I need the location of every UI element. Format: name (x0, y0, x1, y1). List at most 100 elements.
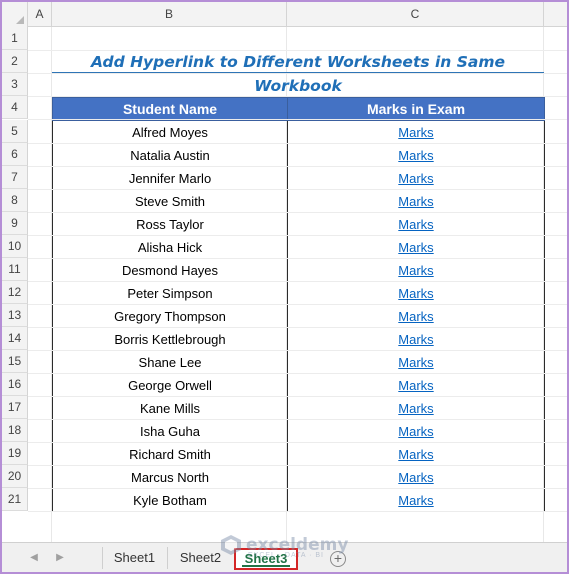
student-name-cell[interactable]: Shane Lee (52, 350, 288, 374)
marks-cell[interactable]: Marks (287, 212, 545, 236)
marks-hyperlink[interactable]: Marks (398, 378, 433, 393)
marks-cell[interactable]: Marks (287, 396, 545, 420)
marks-cell[interactable]: Marks (287, 235, 545, 259)
marks-hyperlink[interactable]: Marks (398, 171, 433, 186)
marks-cell[interactable]: Marks (287, 189, 545, 213)
marks-cell[interactable]: Marks (287, 442, 545, 466)
row-header-21[interactable]: 21 (2, 488, 28, 511)
sheet-title: Add Hyperlink to Different Worksheets in… (52, 50, 544, 95)
student-name-cell[interactable]: Marcus North (52, 465, 288, 489)
marks-hyperlink[interactable]: Marks (398, 286, 433, 301)
marks-hyperlink[interactable]: Marks (398, 125, 433, 140)
student-name-cell[interactable]: Kyle Botham (52, 488, 288, 512)
marks-hyperlink[interactable]: Marks (398, 447, 433, 462)
row-header-5[interactable]: 5 (2, 120, 28, 143)
marks-cell[interactable]: Marks (287, 258, 545, 282)
student-name-cell[interactable]: George Orwell (52, 373, 288, 397)
grid-line (28, 258, 567, 259)
table-row: Gregory Thompson Marks (52, 304, 545, 328)
row-header-2[interactable]: 2 (2, 50, 28, 73)
row-header-12[interactable]: 12 (2, 281, 28, 304)
student-name-cell[interactable]: Jennifer Marlo (52, 166, 288, 190)
marks-cell[interactable]: Marks (287, 143, 545, 167)
marks-hyperlink[interactable]: Marks (398, 470, 433, 485)
row-header-8[interactable]: 8 (2, 189, 28, 212)
row-header-1[interactable]: 1 (2, 27, 28, 50)
student-name-cell[interactable]: Richard Smith (52, 442, 288, 466)
marks-hyperlink[interactable]: Marks (398, 263, 433, 278)
row-header-7[interactable]: 7 (2, 166, 28, 189)
spreadsheet-window: A B C 1 2 3 4 5 6 7 8 9 10 11 12 13 14 15 16 17 18 19 20 21 … (0, 0, 569, 574)
marks-cell[interactable]: Marks (287, 373, 545, 397)
table-row: Ross Taylor Marks (52, 212, 545, 236)
student-name-cell[interactable]: Kane Mills (52, 396, 288, 420)
student-name-cell[interactable]: Isha Guha (52, 419, 288, 443)
marks-cell[interactable]: Marks (287, 465, 545, 489)
marks-cell[interactable]: Marks (287, 488, 545, 512)
marks-cell[interactable]: Marks (287, 304, 545, 328)
row-header-11[interactable]: 11 (2, 258, 28, 281)
marks-cell[interactable]: Marks (287, 281, 545, 305)
column-header-b[interactable]: B (52, 2, 287, 27)
grid-line (28, 166, 567, 167)
table-row: Alisha Hick Marks (52, 235, 545, 259)
marks-cell[interactable]: Marks (287, 327, 545, 351)
row-header-17[interactable]: 17 (2, 396, 28, 419)
marks-cell[interactable]: Marks (287, 166, 545, 190)
table-row: Desmond Hayes Marks (52, 258, 545, 282)
marks-hyperlink[interactable]: Marks (398, 332, 433, 347)
table-row: Natalia Austin Marks (52, 143, 545, 167)
column-header-a[interactable]: A (28, 2, 52, 27)
scroll-tabs-left-icon[interactable]: ◀ (28, 552, 40, 564)
grid-line (28, 419, 567, 420)
header-student-name[interactable]: Student Name (52, 97, 288, 121)
marks-cell[interactable]: Marks (287, 350, 545, 374)
marks-hyperlink[interactable]: Marks (398, 217, 433, 232)
student-name-cell[interactable]: Natalia Austin (52, 143, 288, 167)
student-name-cell[interactable]: Alisha Hick (52, 235, 288, 259)
student-name-cell[interactable]: Alfred Moyes (52, 120, 288, 144)
tab-sheet1[interactable]: Sheet1 (102, 547, 166, 569)
student-name-cell[interactable]: Peter Simpson (52, 281, 288, 305)
scroll-tabs-right-icon[interactable]: ▶ (54, 552, 66, 564)
row-header-20[interactable]: 20 (2, 465, 28, 488)
grid-line (28, 212, 567, 213)
row-header-13[interactable]: 13 (2, 304, 28, 327)
student-name-cell[interactable]: Ross Taylor (52, 212, 288, 236)
marks-cell[interactable]: Marks (287, 120, 545, 144)
row-header-19[interactable]: 19 (2, 442, 28, 465)
row-header-14[interactable]: 14 (2, 327, 28, 350)
row-header-18[interactable]: 18 (2, 419, 28, 442)
row-header-9[interactable]: 9 (2, 212, 28, 235)
row-header-3[interactable]: 3 (2, 73, 28, 96)
marks-hyperlink[interactable]: Marks (398, 148, 433, 163)
grid-line (28, 50, 567, 51)
marks-hyperlink[interactable]: Marks (398, 240, 433, 255)
row-header-16[interactable]: 16 (2, 373, 28, 396)
header-marks-in-exam[interactable]: Marks in Exam (287, 97, 545, 121)
marks-cell[interactable]: Marks (287, 419, 545, 443)
grid-line (28, 442, 567, 443)
row-header-15[interactable]: 15 (2, 350, 28, 373)
student-name-cell[interactable]: Desmond Hayes (52, 258, 288, 282)
grid-line (28, 511, 567, 512)
marks-hyperlink[interactable]: Marks (398, 493, 433, 508)
column-header-row: A B C (2, 2, 567, 27)
grid-line (28, 143, 567, 144)
column-header-c[interactable]: C (287, 2, 544, 27)
grid-line (28, 396, 567, 397)
grid-line (28, 235, 567, 236)
row-header-10[interactable]: 10 (2, 235, 28, 258)
table-row: Richard Smith Marks (52, 442, 545, 466)
marks-hyperlink[interactable]: Marks (398, 309, 433, 324)
student-name-cell[interactable]: Borris Kettlebrough (52, 327, 288, 351)
marks-hyperlink[interactable]: Marks (398, 355, 433, 370)
marks-hyperlink[interactable]: Marks (398, 424, 433, 439)
select-all-corner[interactable] (2, 2, 28, 27)
student-name-cell[interactable]: Gregory Thompson (52, 304, 288, 328)
student-name-cell[interactable]: Steve Smith (52, 189, 288, 213)
row-header-6[interactable]: 6 (2, 143, 28, 166)
marks-hyperlink[interactable]: Marks (398, 401, 433, 416)
row-header-4[interactable]: 4 (2, 96, 28, 119)
marks-hyperlink[interactable]: Marks (398, 194, 433, 209)
